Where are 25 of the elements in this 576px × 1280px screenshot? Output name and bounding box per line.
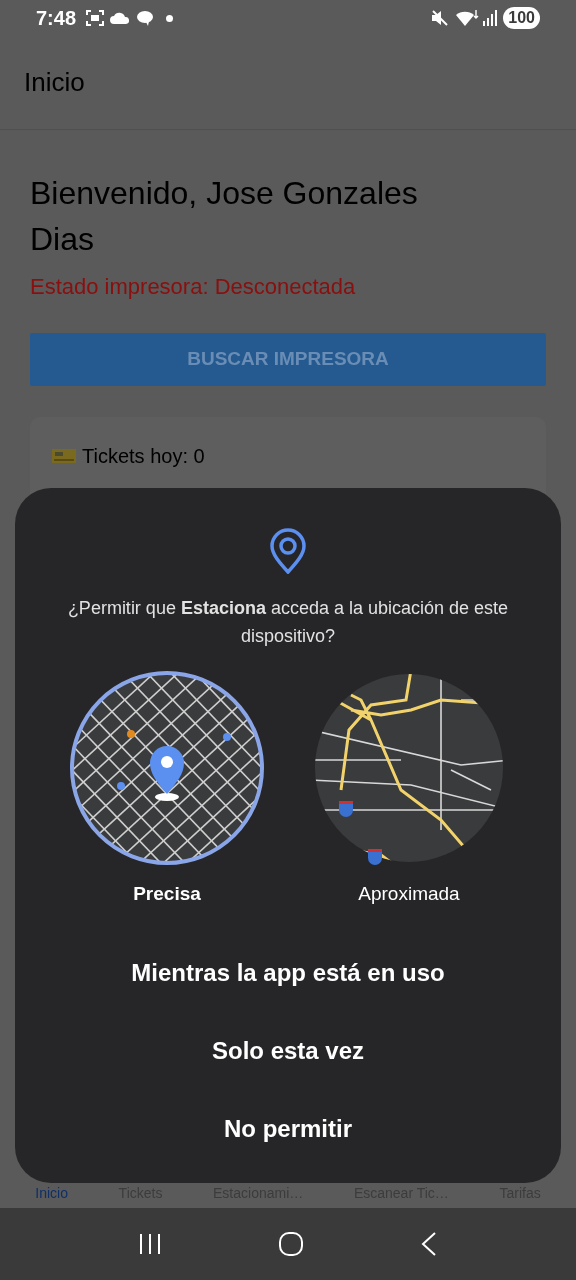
chat-bubble-icon: [136, 10, 155, 26]
mute-icon: [431, 9, 450, 27]
battery-level: 100: [503, 7, 540, 29]
permission-choice-button[interactable]: No permitir: [212, 1096, 364, 1161]
welcome-heading: Bienvenido, Jose Gonzales Dias: [30, 174, 419, 259]
signal-icon: [483, 10, 498, 26]
location-accuracy-option[interactable]: Aproximada: [311, 670, 507, 909]
location-pin-icon: [269, 528, 307, 574]
ticket-icon: [52, 449, 76, 463]
screenshot-icon: [86, 10, 105, 26]
cloud-icon: [110, 12, 131, 24]
back-icon[interactable]: [420, 1231, 438, 1257]
home-icon[interactable]: [278, 1231, 304, 1257]
permission-choice-button[interactable]: Solo esta vez: [199, 1018, 377, 1083]
wifi-icon: [455, 9, 480, 27]
printer-status: Estado impresora: Desconectada: [30, 273, 357, 301]
nav-tab[interactable]: Inicio: [35, 1183, 68, 1204]
permission-message: ¿Permitir que Estaciona acceda a la ubicación de este dispositivo?: [66, 597, 510, 648]
dot-icon: [166, 14, 174, 22]
tickets-today: Tickets hoy: 0: [82, 444, 205, 469]
permission-choice-button[interactable]: Mientras la app está en uso: [119, 940, 457, 1005]
status-time: 7:48: [36, 6, 77, 31]
app-bar-title: Inicio: [24, 66, 85, 99]
search-printer-button[interactable]: BUSCAR IMPRESORA: [30, 333, 546, 386]
recent-apps-icon[interactable]: [138, 1233, 162, 1255]
